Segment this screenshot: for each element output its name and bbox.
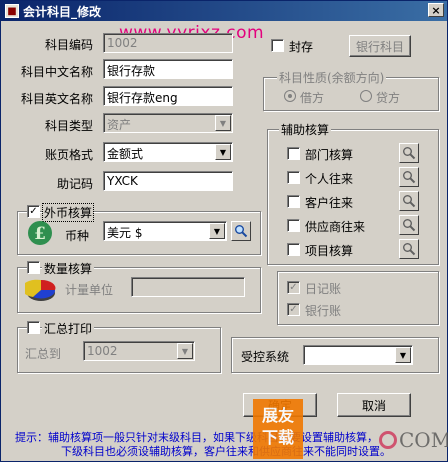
aux-project-search-button[interactable] <box>399 239 419 259</box>
chevron-down-icon[interactable]: ▼ <box>215 144 231 160</box>
aux-dept-checkbox[interactable] <box>287 147 300 160</box>
quantity-checkbox[interactable] <box>27 261 40 274</box>
chevron-down-icon[interactable]: ▼ <box>209 223 225 239</box>
dialog-window: ■ 会计科目_修改 × www.yyrjxz.com 科目编码 1002 封存 … <box>0 0 448 462</box>
journal-label: 日记账 <box>305 282 342 296</box>
code-label: 科目编码 <box>44 38 93 52</box>
chevron-down-icon[interactable]: ▼ <box>395 347 411 363</box>
en-name-label: 科目英文名称 <box>20 92 93 106</box>
aux-dept-label: 部门核算 <box>305 148 354 162</box>
summary-checkbox[interactable] <box>27 321 40 334</box>
magnifier-icon <box>403 195 416 208</box>
aux-supplier-checkbox[interactable] <box>287 219 300 232</box>
code-field[interactable]: 1002 <box>103 33 233 53</box>
type-value: 资产 <box>107 118 132 132</box>
summary-to-value: 1002 <box>87 344 118 358</box>
cn-name-field[interactable]: 银行存款 <box>103 59 233 79</box>
pie-chart-icon <box>21 275 57 305</box>
seal-label: 封存 <box>289 40 314 54</box>
credit-label: 贷方 <box>376 91 401 105</box>
controlled-label: 受控系统 <box>241 350 290 364</box>
svg-text:£: £ <box>34 224 46 244</box>
aux-dept-search-button[interactable] <box>399 143 419 163</box>
aux-customer-search-button[interactable] <box>399 191 419 211</box>
summary-to-select[interactable]: 1002 ▼ <box>83 341 195 361</box>
magnifier-icon <box>235 225 248 238</box>
title-bar: ■ 会计科目_修改 × <box>1 1 447 21</box>
aux-personal-label: 个人往来 <box>305 172 354 186</box>
page-format-value: 金额式 <box>107 147 144 161</box>
aux-project-checkbox[interactable] <box>287 243 300 256</box>
bank-ledger-label: 银行账 <box>305 304 342 318</box>
magnifier-icon <box>403 219 416 232</box>
unit-label: 计量单位 <box>65 283 114 297</box>
journal-checkbox[interactable]: ✓ <box>287 281 300 294</box>
magnifier-icon <box>403 243 416 256</box>
credit-radio[interactable] <box>360 90 372 102</box>
currency-search-button[interactable] <box>231 221 251 241</box>
aux-customer-label: 客户往来 <box>305 196 354 210</box>
ledger-group <box>277 271 439 325</box>
debit-label: 借方 <box>300 91 325 105</box>
debit-radio[interactable] <box>284 90 296 102</box>
cn-name-label: 科目中文名称 <box>20 65 93 79</box>
controlled-select[interactable]: ▼ <box>303 345 413 365</box>
aux-personal-search-button[interactable] <box>399 167 419 187</box>
summary-to-label: 汇总到 <box>25 347 62 361</box>
aux-customer-checkbox[interactable] <box>287 195 300 208</box>
magnifier-icon <box>403 171 416 184</box>
currency-select[interactable]: 美元 $ ▼ <box>103 221 227 241</box>
aux-supplier-label: 供应商往来 <box>305 220 366 234</box>
watermark-ring <box>379 431 397 449</box>
aux-project-label: 项目核算 <box>305 244 354 258</box>
currency-pound-icon: £ <box>27 220 53 246</box>
app-icon: ■ <box>5 4 19 18</box>
magnifier-icon <box>403 147 416 160</box>
unit-field[interactable] <box>131 277 245 297</box>
watermark-logo: 展友 下载 <box>253 399 303 459</box>
type-label: 科目类型 <box>44 119 93 133</box>
aux-title: 辅助核算 <box>279 121 332 138</box>
foreign-checkbox[interactable]: ✓ <box>27 205 40 218</box>
cancel-button[interactable]: 取消 <box>337 393 411 417</box>
seal-checkbox[interactable] <box>271 39 284 52</box>
chevron-down-icon[interactable]: ▼ <box>177 343 193 359</box>
window-title: 会计科目_修改 <box>23 4 102 19</box>
type-select[interactable]: 资产 ▼ <box>103 113 233 133</box>
nature-title: 科目性质(余额方向) <box>277 69 387 86</box>
aux-personal-checkbox[interactable] <box>287 171 300 184</box>
aux-supplier-search-button[interactable] <box>399 215 419 235</box>
close-button[interactable]: × <box>428 3 444 17</box>
hint-line-2: 下级科目也必须设辅助核算，客户往来和供应商往来不能同时设置。 <box>61 445 391 458</box>
chevron-down-icon[interactable]: ▼ <box>215 115 231 131</box>
summary-title: 汇总打印 <box>42 320 95 337</box>
en-name-field[interactable]: 银行存款eng <box>103 86 233 106</box>
page-format-select[interactable]: 金额式 ▼ <box>103 142 233 162</box>
page-format-label: 账页格式 <box>44 148 93 162</box>
watermark-logo-line-1: 展友 <box>261 406 294 425</box>
watermark-logo-line-2: 下载 <box>261 428 294 447</box>
bank-subject-button[interactable]: 银行科目 <box>349 35 411 57</box>
mnemonic-field[interactable]: YXCK <box>103 171 233 191</box>
bank-ledger-checkbox[interactable]: ✓ <box>287 303 300 316</box>
currency-label: 币种 <box>65 229 90 243</box>
mnemonic-label: 助记码 <box>56 177 93 191</box>
currency-value: 美元 $ <box>107 226 143 240</box>
watermark-com: COM <box>399 428 448 452</box>
